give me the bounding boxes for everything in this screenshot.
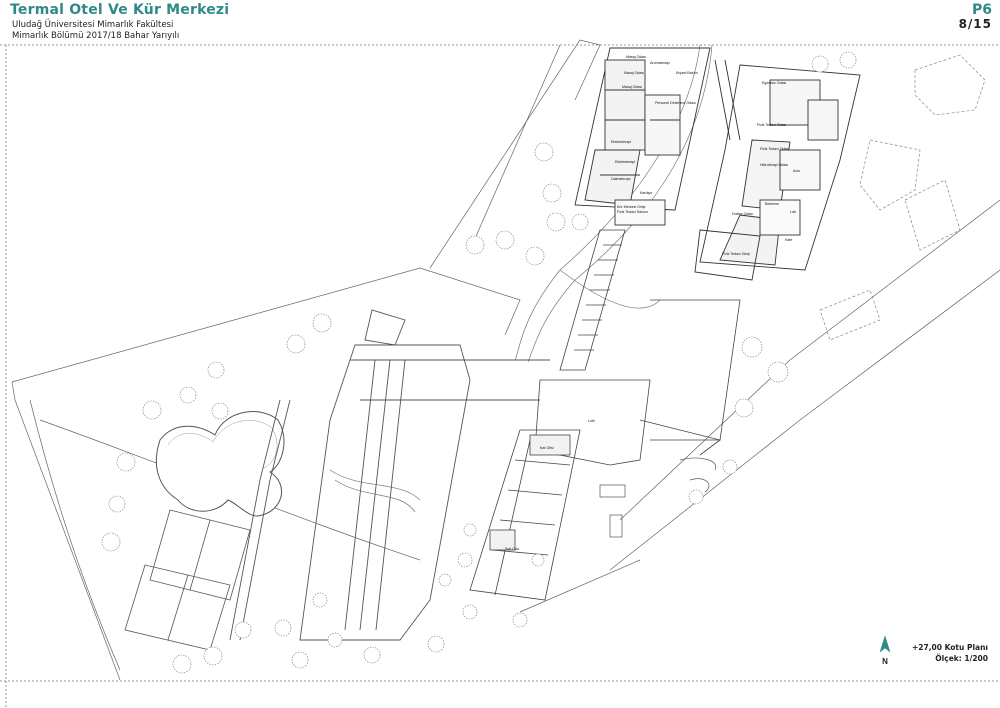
room-label: Kafe <box>785 238 792 242</box>
room-label: Avlu <box>793 169 800 173</box>
room-label: Suit Oda <box>505 547 519 551</box>
room-label: Doktor Odası <box>732 212 753 216</box>
room-label: Lobi <box>588 419 595 423</box>
room-label: Kişisel Bakım <box>676 71 698 75</box>
existing-buildings <box>819 54 986 341</box>
room-label: Elektroterapi <box>611 140 631 144</box>
fizik-tedavi-block <box>694 59 861 281</box>
room-label: Dalmaterapi <box>611 177 631 181</box>
room-label: Masaj Odası <box>622 85 642 89</box>
room-label: Aromaterapi <box>650 61 670 65</box>
room-label: Masaj Odası <box>626 55 646 59</box>
site-plan-drawing: Masaj Odası Aromaterapi Masaj Odası Kişi… <box>0 39 1000 708</box>
room-label: Egzersiz Odası <box>762 81 786 85</box>
north-letter: N <box>882 657 888 666</box>
room-label: Fizik Tedavi Salonu <box>617 210 648 214</box>
plan-caption: +27,00 Kotu Planı Ölçek: 1/200 <box>912 642 988 664</box>
level-label: +27,00 Kotu Planı <box>911 643 988 652</box>
room-label: Bekleme <box>765 202 779 206</box>
room-label: Masaj Odası <box>624 71 644 75</box>
trees <box>101 51 857 674</box>
room-label: Elektroterapi <box>615 160 635 164</box>
room-label: Kardiyo <box>640 191 652 195</box>
sheet-frame <box>0 44 1000 708</box>
room-label: Fizik Tedavi Odası <box>760 147 789 151</box>
room-label: Personel Dinlenme Odası <box>655 101 696 105</box>
north-arrow-icon: N <box>879 636 891 666</box>
room-label: Lab <box>790 210 796 214</box>
room-label: Fizik Tedavi Odası <box>757 123 786 127</box>
drawing-sheet: Termal Otel Ve Kür Merkezi Uludağ Üniver… <box>0 0 1000 708</box>
room-label: Hidroterapi Odası <box>760 163 788 167</box>
pond <box>155 411 285 517</box>
scale-label: Ölçek: 1/200 <box>935 654 988 663</box>
main-building <box>229 309 550 641</box>
room-label: Kür Merkezi Girişi <box>617 205 646 209</box>
room-label: Fizik Tedavi Girişi <box>722 252 750 256</box>
tennis-courts <box>124 509 251 651</box>
room-label: Kat Ofisi <box>540 446 554 450</box>
